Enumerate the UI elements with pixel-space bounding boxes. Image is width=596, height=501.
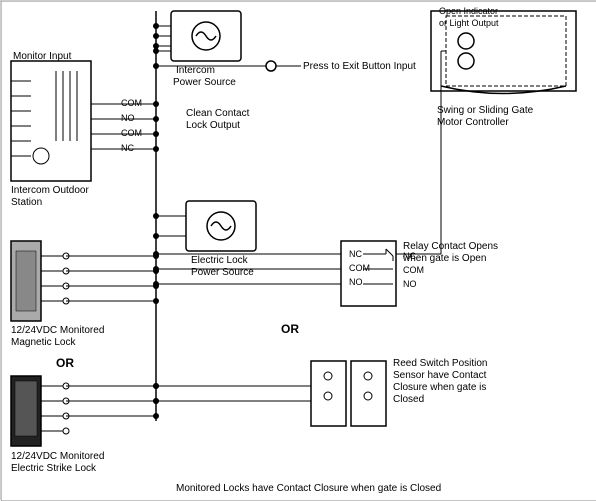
svg-text:Reed Switch Position: Reed Switch Position bbox=[393, 358, 488, 369]
svg-text:Swing or Sliding Gate: Swing or Sliding Gate bbox=[437, 105, 534, 116]
svg-text:Power Source: Power Source bbox=[173, 77, 236, 88]
svg-text:or Light Output: or Light Output bbox=[439, 18, 499, 28]
svg-text:Station: Station bbox=[11, 197, 42, 208]
svg-text:NC: NC bbox=[121, 143, 134, 153]
svg-text:COM: COM bbox=[349, 263, 370, 273]
svg-text:NC: NC bbox=[349, 249, 362, 259]
svg-text:OR: OR bbox=[281, 322, 299, 336]
svg-text:COM: COM bbox=[403, 265, 424, 275]
svg-text:Sensor have Contact: Sensor have Contact bbox=[393, 370, 487, 381]
svg-text:Intercom: Intercom bbox=[176, 65, 215, 76]
svg-text:COM: COM bbox=[121, 98, 142, 108]
svg-text:12/24VDC Monitored: 12/24VDC Monitored bbox=[11, 325, 104, 336]
svg-text:Lock Output: Lock Output bbox=[186, 120, 240, 131]
svg-text:NO: NO bbox=[403, 279, 417, 289]
svg-text:Monitored Locks have Contact C: Monitored Locks have Contact Closure whe… bbox=[176, 483, 441, 494]
svg-text:Motor Controller: Motor Controller bbox=[437, 117, 509, 128]
svg-text:Closed: Closed bbox=[393, 394, 424, 405]
svg-text:Relay Contact Opens: Relay Contact Opens bbox=[403, 241, 498, 252]
svg-text:OR: OR bbox=[56, 356, 74, 370]
svg-text:Open Indicator: Open Indicator bbox=[439, 6, 498, 16]
svg-text:Magnetic Lock: Magnetic Lock bbox=[11, 337, 76, 348]
svg-text:NO: NO bbox=[121, 113, 135, 123]
svg-text:NO: NO bbox=[349, 277, 363, 287]
svg-text:Clean Contact: Clean Contact bbox=[186, 108, 250, 119]
svg-text:Electric Strike Lock: Electric Strike Lock bbox=[11, 463, 97, 474]
svg-text:COM: COM bbox=[121, 128, 142, 138]
svg-text:Monitor Input: Monitor Input bbox=[13, 51, 72, 62]
svg-text:Intercom Outdoor: Intercom Outdoor bbox=[11, 185, 89, 196]
svg-text:Press to Exit Button Input: Press to Exit Button Input bbox=[303, 61, 416, 72]
svg-text:12/24VDC Monitored: 12/24VDC Monitored bbox=[11, 451, 104, 462]
wiring-diagram: Monitor Input Intercom Outdoor Station I… bbox=[0, 0, 596, 500]
svg-text:Closure when gate is: Closure when gate is bbox=[393, 382, 486, 393]
svg-text:when gate is Open: when gate is Open bbox=[402, 253, 486, 264]
svg-text:Electric Lock: Electric Lock bbox=[191, 255, 249, 266]
